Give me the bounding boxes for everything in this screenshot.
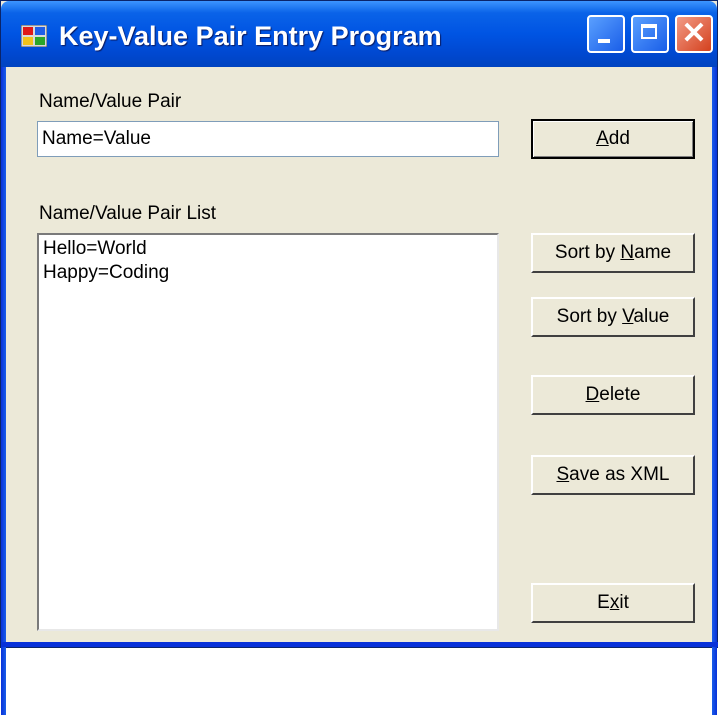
sort-name-accel: N xyxy=(620,242,635,263)
maximize-button[interactable] xyxy=(631,15,669,53)
delete-accel: D xyxy=(585,384,600,405)
delete-button[interactable]: Delete xyxy=(531,375,695,415)
minimize-icon xyxy=(598,39,610,43)
sort-value-label-pre: Sort by xyxy=(556,306,623,327)
exit-accel: x xyxy=(609,592,620,613)
app-window: Key-Value Pair Entry Program ✕ Name/Valu… xyxy=(0,0,718,715)
sort-by-name-button[interactable]: Sort by Name xyxy=(531,233,695,273)
list-item[interactable]: Happy=Coding xyxy=(39,259,497,283)
pair-input[interactable] xyxy=(37,121,499,157)
pair-label: Name/Value Pair xyxy=(39,91,182,112)
sort-name-label-pre: Sort by xyxy=(554,242,621,263)
add-button-label-post: dd xyxy=(608,128,630,149)
app-window-icon xyxy=(21,25,47,47)
pair-listbox[interactable]: Hello=World Happy=Coding xyxy=(37,233,499,631)
minimize-button[interactable] xyxy=(587,15,625,53)
sort-value-accel: V xyxy=(622,306,634,327)
window-border-left xyxy=(1,67,6,715)
delete-label-post: elete xyxy=(599,384,641,405)
window-border-bottom xyxy=(1,642,718,647)
sort-name-label-post: ame xyxy=(634,242,672,263)
close-icon: ✕ xyxy=(681,17,707,50)
window-title: Key-Value Pair Entry Program xyxy=(59,21,442,51)
exit-label-pre: E xyxy=(597,592,610,613)
save-xml-label-post: ave as XML xyxy=(569,464,670,485)
exit-button[interactable]: Exit xyxy=(531,583,695,623)
sort-value-label-post: alue xyxy=(633,306,670,327)
save-xml-accel: S xyxy=(556,464,570,485)
add-button-accel: A xyxy=(596,128,609,149)
maximize-icon xyxy=(641,24,657,39)
list-label: Name/Value Pair List xyxy=(39,203,217,224)
list-item[interactable]: Hello=World xyxy=(39,235,497,259)
save-as-xml-button[interactable]: Save as XML xyxy=(531,455,695,495)
exit-label-post: it xyxy=(619,592,629,613)
close-button[interactable]: ✕ xyxy=(675,15,713,53)
add-button[interactable]: Add xyxy=(531,119,695,159)
title-bar[interactable]: Key-Value Pair Entry Program ✕ xyxy=(1,1,717,67)
window-border-right xyxy=(712,67,717,715)
sort-by-value-button[interactable]: Sort by Value xyxy=(531,297,695,337)
